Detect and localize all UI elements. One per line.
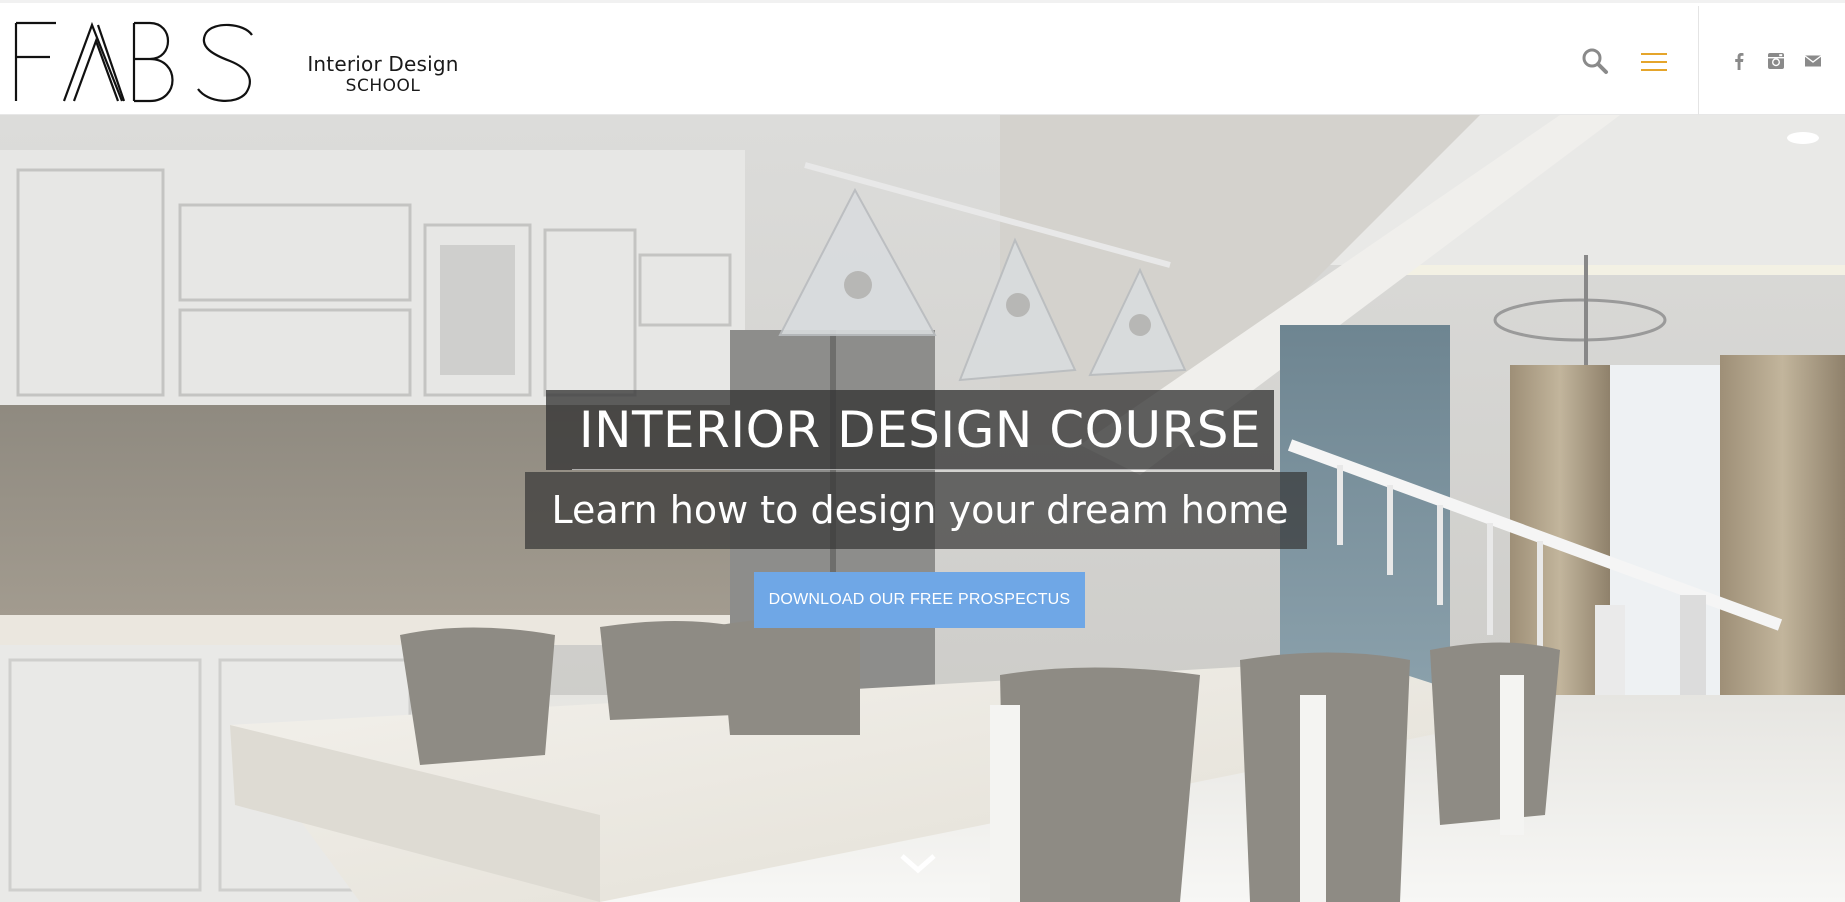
fabs-logo-mark xyxy=(14,21,253,103)
search-button[interactable] xyxy=(1581,47,1609,75)
header-divider xyxy=(1698,6,1699,118)
hero-title: INTERIOR DESIGN COURSE xyxy=(578,401,1262,459)
site-header: Interior Design SCHOOL xyxy=(0,3,1845,118)
main-menu-button[interactable] xyxy=(1639,51,1669,73)
hero-title-divider xyxy=(572,469,1272,470)
facebook-link[interactable] xyxy=(1728,50,1750,72)
scroll-down-button[interactable] xyxy=(896,849,940,879)
hamburger-menu-icon xyxy=(1641,53,1667,71)
logo-tagline-line1: Interior Design xyxy=(307,52,459,76)
chevron-down-icon xyxy=(900,854,936,874)
logo-tagline: Interior Design SCHOOL xyxy=(290,53,476,96)
search-icon xyxy=(1582,48,1608,74)
email-link[interactable] xyxy=(1802,50,1824,72)
instagram-icon xyxy=(1768,53,1784,69)
mail-icon xyxy=(1804,55,1822,67)
hero-section: INTERIOR DESIGN COURSE Learn how to desi… xyxy=(0,115,1845,902)
hero-subtitle: Learn how to design your dream home xyxy=(551,488,1289,532)
site-logo[interactable]: Interior Design SCHOOL xyxy=(14,21,464,103)
download-prospectus-button[interactable]: DOWNLOAD OUR FREE PROSPECTUS xyxy=(754,572,1085,628)
facebook-icon xyxy=(1735,53,1744,70)
instagram-link[interactable] xyxy=(1765,50,1787,72)
logo-tagline-line2: SCHOOL xyxy=(345,76,421,96)
